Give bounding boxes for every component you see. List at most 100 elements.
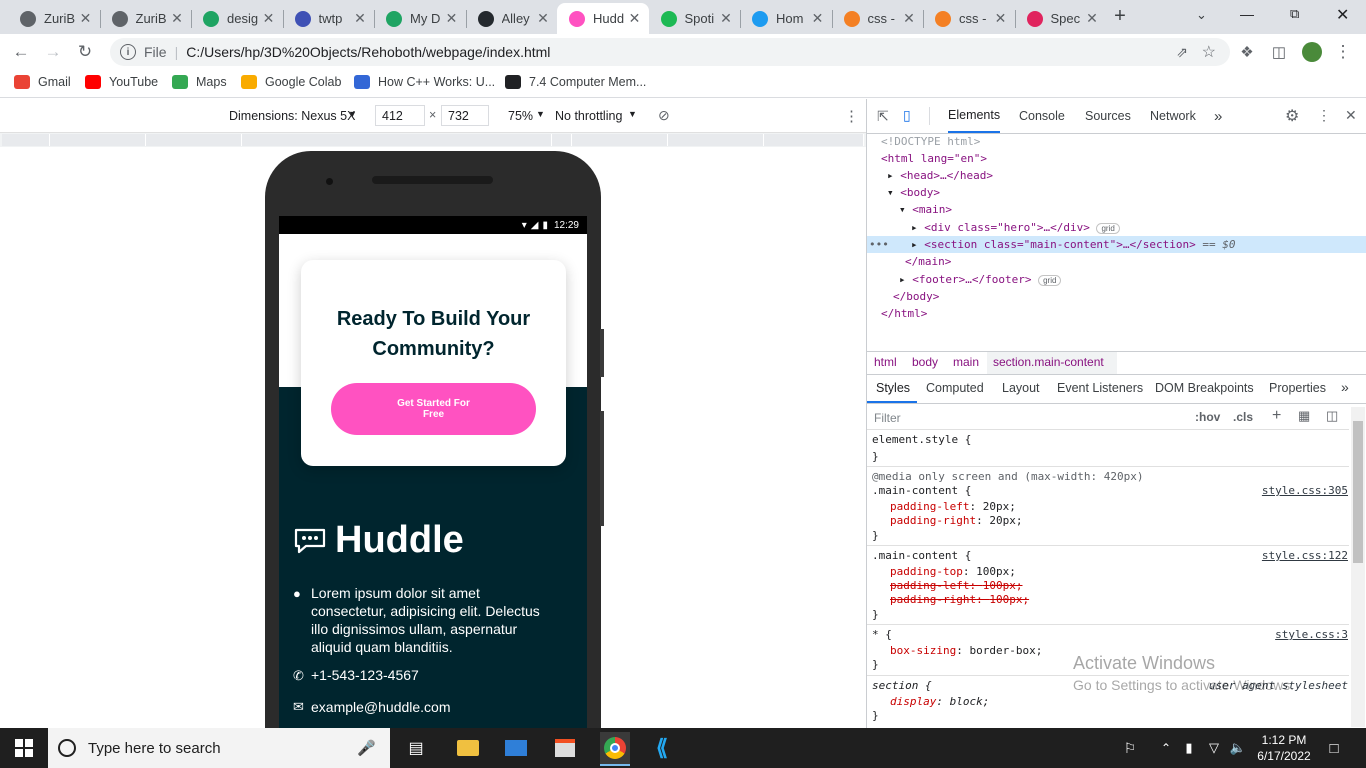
address-bar[interactable]: i File | C:/Users/hp/3D%20Objects/Rehobo… (110, 38, 1230, 66)
get-started-button[interactable]: Get Started For Free (331, 383, 536, 435)
footer-logo[interactable]: Huddle (293, 519, 464, 562)
styles-scrollbar-thumb[interactable] (1353, 421, 1363, 563)
dom-body[interactable]: ▾ <body> (887, 186, 940, 199)
file-explorer-icon[interactable] (454, 734, 482, 762)
ruler-segment[interactable] (552, 134, 572, 146)
bookmark-item[interactable]: How C++ Works: U... (354, 75, 495, 89)
mail-icon[interactable] (502, 734, 530, 762)
taskbar-search-box[interactable]: Type here to search 🎤 (48, 728, 390, 768)
collapse-arrow-icon[interactable]: ▾ (899, 203, 912, 216)
footer-email[interactable]: example@huddle.com (311, 699, 451, 715)
sidebar-toggle-icon[interactable]: ◫ (1326, 408, 1338, 424)
browser-tab[interactable]: ZuriB ✕ (100, 3, 192, 34)
tab-close-icon[interactable]: ✕ (808, 10, 828, 27)
bookmark-item[interactable]: Maps (172, 75, 227, 89)
more-tabs-icon[interactable]: » (1214, 99, 1222, 133)
styles-tab-dom-breakpoints[interactable]: DOM Breakpoints (1155, 381, 1254, 395)
browser-tab[interactable]: Spoti ✕ (649, 3, 741, 34)
profile-avatar[interactable] (1302, 42, 1322, 62)
grid-badge[interactable]: grid (1096, 222, 1120, 234)
grid-badge[interactable]: grid (1038, 274, 1062, 286)
ruler-segment[interactable] (50, 134, 146, 146)
styles-tab-styles[interactable]: Styles (876, 381, 910, 395)
rule-selector[interactable]: .main-content { (872, 484, 971, 497)
dom-main-close[interactable]: </main> (905, 255, 951, 268)
volume-icon[interactable]: 🔈 (1224, 734, 1252, 762)
dom-hero[interactable]: ▸ <div class="hero">…</div> grid (911, 221, 1120, 234)
battery-tray-icon[interactable]: ▮ (1175, 734, 1203, 762)
tab-close-icon[interactable]: ✕ (991, 10, 1011, 27)
browser-tab[interactable]: Hudd ✕ (557, 3, 649, 34)
ruler-segment[interactable] (2, 134, 50, 146)
tab-close-icon[interactable]: ✕ (259, 10, 279, 27)
device-toggle-icon[interactable]: ▯ (903, 107, 911, 124)
breadcrumb-html[interactable]: html (874, 355, 897, 369)
browser-tab[interactable]: desig ✕ (191, 3, 283, 34)
dom-head[interactable]: ▸ <head>…</head> (887, 169, 993, 182)
tab-console[interactable]: Console (1019, 99, 1065, 133)
height-input[interactable]: 732 (441, 105, 489, 126)
dom-doctype[interactable]: <!DOCTYPE html> (881, 135, 980, 148)
clock[interactable]: 1:12 PM 6/17/2022 (1252, 732, 1316, 764)
bookmark-item[interactable]: YouTube (85, 75, 158, 89)
css-declaration[interactable]: box-sizing: border-box; (890, 644, 1042, 657)
dom-main[interactable]: ▾ <main> (899, 203, 952, 216)
browser-tab[interactable]: css - ✕ (923, 3, 1015, 34)
styles-tab-event-listeners[interactable]: Event Listeners (1057, 381, 1143, 395)
inspect-element-icon[interactable]: ⇱ (877, 108, 889, 125)
styles-tab-properties[interactable]: Properties (1269, 381, 1326, 395)
dom-footer[interactable]: ▸ <footer>…</footer> grid (899, 273, 1062, 286)
bookmark-star-icon[interactable]: ☆ (1202, 42, 1216, 62)
ruler-segment[interactable] (572, 134, 668, 146)
dom-html-close[interactable]: </html> (881, 307, 927, 320)
extensions-icon[interactable]: ❖ (1236, 41, 1258, 63)
devtools-menu-icon[interactable]: ⋮ (1317, 107, 1331, 124)
side-panel-icon[interactable]: ◫ (1268, 41, 1290, 63)
breadcrumb-main[interactable]: main (953, 355, 979, 369)
css-declaration-overridden[interactable]: padding-right: 100px; (890, 593, 1029, 606)
cls-toggle[interactable]: .cls (1233, 410, 1253, 424)
rule-source-link[interactable]: style.css:305 (1262, 484, 1348, 497)
menu-icon[interactable]: ⋮ (1332, 41, 1354, 63)
add-rule-icon[interactable]: + (1272, 407, 1281, 425)
dom-section[interactable]: ▸ <section class="main-content">…</secti… (911, 238, 1236, 251)
expand-arrow-icon[interactable]: ▸ (911, 221, 924, 234)
rule-source-link[interactable]: style.css:122 (1262, 549, 1348, 562)
browser-tab[interactable]: My D ✕ (374, 3, 466, 34)
breadcrumb-section[interactable]: section.main-content (993, 355, 1104, 369)
expand-arrow-icon[interactable]: ▸ (899, 273, 912, 286)
store-icon[interactable] (551, 734, 579, 762)
browser-tab[interactable]: css - ✕ (832, 3, 924, 34)
styles-tab-computed[interactable]: Computed (926, 381, 984, 395)
devtools-close-icon[interactable]: ✕ (1345, 107, 1357, 124)
dimensions-select[interactable]: Dimensions: Nexus 5X (229, 109, 355, 123)
styles-more-icon[interactable]: » (1341, 379, 1349, 395)
css-declaration[interactable]: padding-right: 20px; (890, 514, 1022, 527)
more-options-icon[interactable]: ⋮ (844, 107, 859, 125)
rule-selector[interactable]: section { (872, 679, 932, 692)
chevron-down-icon[interactable]: ⌄ (1196, 7, 1207, 23)
throttling-select[interactable]: No throttling (555, 109, 622, 123)
dom-html-open[interactable]: <html lang="en"> (881, 152, 987, 165)
css-declaration-overridden[interactable]: padding-left: 100px; (890, 579, 1022, 592)
browser-tab[interactable]: twtp ✕ (283, 3, 375, 34)
element-style-rule[interactable]: element.style { (872, 433, 971, 446)
styles-filter-input[interactable]: Filter (874, 411, 901, 425)
tab-close-icon[interactable]: ✕ (716, 10, 736, 27)
tab-elements[interactable]: Elements (948, 99, 1001, 133)
info-icon[interactable]: i (120, 44, 136, 60)
bookmark-item[interactable]: 7.4 Computer Mem... (505, 75, 646, 89)
ruler-segment[interactable] (764, 134, 864, 146)
browser-tab[interactable]: Alley ✕ (466, 3, 558, 34)
ruler-segment[interactable] (668, 134, 764, 146)
restore-icon[interactable]: ⧉ (1290, 6, 1299, 22)
css-declaration[interactable]: padding-left: 20px; (890, 500, 1016, 513)
dom-dots-icon[interactable]: ••• (869, 238, 889, 251)
tab-close-icon[interactable]: ✕ (167, 10, 187, 27)
dom-body-close[interactable]: </body> (893, 290, 939, 303)
share-icon[interactable]: ⇗ (1176, 44, 1188, 61)
bookmark-item[interactable]: Google Colab (241, 75, 341, 89)
tab-close-icon[interactable]: ✕ (533, 10, 553, 27)
chrome-icon[interactable] (600, 732, 630, 766)
hov-toggle[interactable]: :hov (1195, 410, 1220, 424)
